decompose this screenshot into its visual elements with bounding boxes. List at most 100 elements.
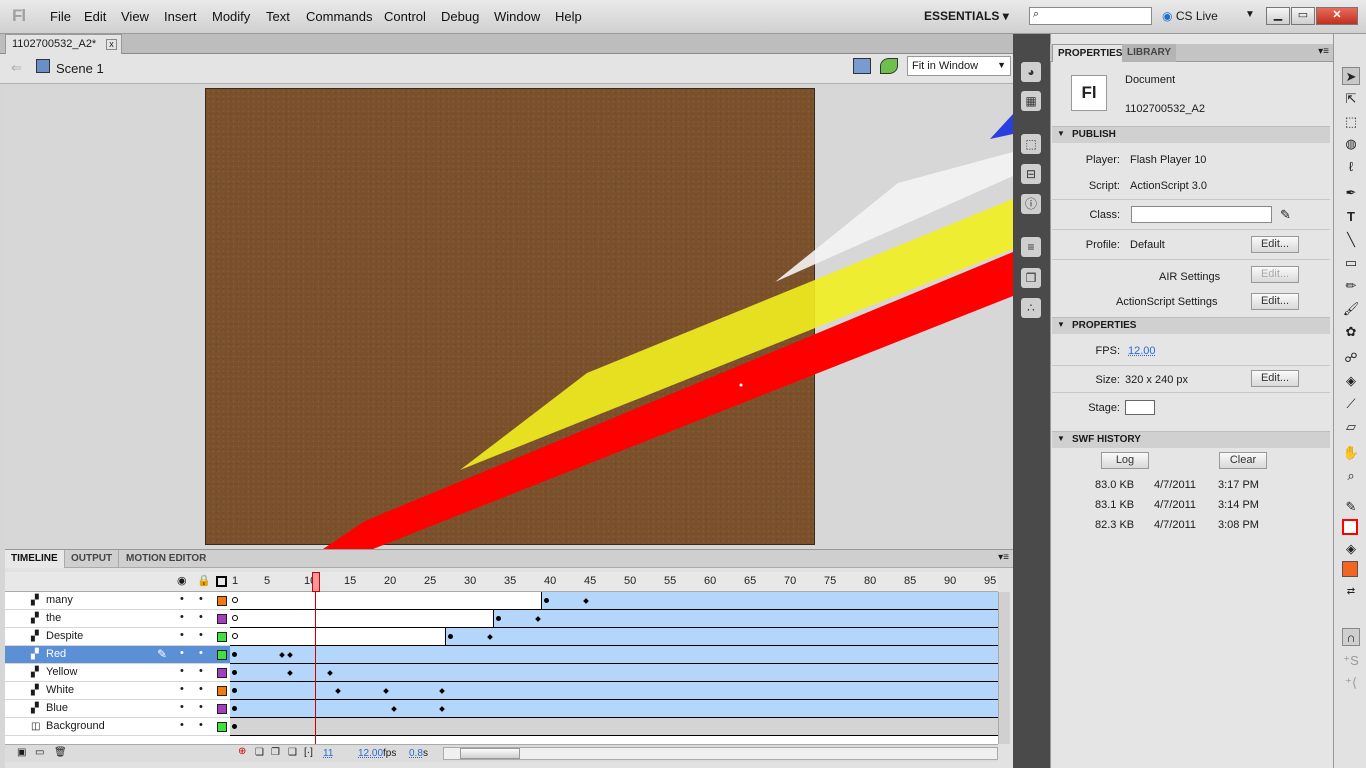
lock-dot[interactable]: •	[199, 701, 203, 713]
restore-button[interactable]: ▭	[1291, 7, 1315, 25]
layer-row[interactable]: ▞ White • •	[5, 682, 230, 700]
publish-section-header[interactable]: PUBLISH	[1052, 126, 1330, 143]
tab-timeline[interactable]: TIMELINE	[5, 550, 65, 568]
visibility-dot[interactable]: •	[180, 611, 184, 623]
zoom-select[interactable]: Fit in Window ▼	[907, 56, 1011, 76]
delete-layer-icon[interactable]: 🗑	[54, 747, 67, 758]
menu-help[interactable]: Help	[555, 9, 582, 24]
layer-row[interactable]: ◫ Background • •	[5, 718, 230, 736]
layer-color-swatch[interactable]	[217, 596, 227, 606]
minimize-button[interactable]: ▁	[1266, 7, 1290, 25]
frame-rate[interactable]: 12.00	[358, 748, 383, 759]
menu-insert[interactable]: Insert	[164, 9, 197, 24]
brush-tool-icon[interactable]: 🖌	[1342, 300, 1360, 318]
edit-symbols-icon[interactable]	[880, 58, 898, 74]
components-icon[interactable]: ❒	[1021, 268, 1041, 288]
empty-keyframe[interactable]	[232, 633, 238, 639]
close-tab-icon[interactable]: x	[106, 39, 117, 50]
static-span[interactable]	[230, 718, 998, 735]
menu-control[interactable]: Control	[384, 9, 426, 24]
hand-tool-icon[interactable]: ✋	[1342, 444, 1360, 462]
lock-dot[interactable]: •	[199, 647, 203, 659]
timeline-vertical-scrollbar[interactable]	[998, 592, 1010, 744]
menu-text[interactable]: Text	[266, 9, 290, 24]
playhead[interactable]	[312, 572, 320, 592]
3d-rotation-tool-icon[interactable]: ◍	[1342, 135, 1360, 153]
onion-outline-icon[interactable]: ❐	[271, 747, 280, 758]
frame-row[interactable]	[230, 718, 998, 736]
straighten-icon[interactable]: ⁺⟨	[1342, 674, 1360, 692]
layer-row[interactable]: ▞ Red ✎ • •	[5, 646, 230, 664]
visibility-dot[interactable]: •	[180, 629, 184, 641]
new-layer-icon[interactable]: ▣	[17, 747, 26, 758]
edit-profile-button[interactable]: Edit...	[1251, 236, 1299, 253]
layer-color-swatch[interactable]	[217, 722, 227, 732]
workspace-switcher[interactable]: ESSENTIALS ▾	[924, 9, 1009, 23]
pasteboard[interactable]	[5, 84, 1013, 549]
transform-icon[interactable]: ⬚	[1021, 134, 1041, 154]
tween-span[interactable]	[230, 664, 998, 681]
menu-file[interactable]: File	[50, 9, 71, 24]
edit-size-button[interactable]: Edit...	[1251, 370, 1299, 387]
tween-span[interactable]	[230, 646, 998, 663]
menu-edit[interactable]: Edit	[84, 9, 106, 24]
smooth-icon[interactable]: ⁺S	[1342, 652, 1360, 670]
edit-multiple-frames-icon[interactable]: ❑	[288, 747, 297, 758]
empty-span[interactable]	[230, 592, 542, 609]
panel-menu-icon[interactable]: ▾≡	[1318, 46, 1329, 57]
document-tab[interactable]: 1102700532_A2* x	[5, 34, 122, 54]
empty-span[interactable]	[230, 628, 446, 645]
tab-output[interactable]: OUTPUT	[65, 550, 120, 568]
menu-debug[interactable]: Debug	[441, 9, 479, 24]
visibility-dot[interactable]: •	[180, 719, 184, 731]
tab-library[interactable]: LIBRARY	[1122, 44, 1177, 62]
frame-row[interactable]	[230, 646, 998, 664]
lock-icon[interactable]: 🔒	[197, 574, 211, 587]
frame-row[interactable]	[230, 610, 998, 628]
free-transform-tool-icon[interactable]: ⬚	[1342, 113, 1360, 131]
edit-as-button[interactable]: Edit...	[1251, 293, 1299, 310]
keyframe[interactable]	[232, 724, 237, 729]
motion-presets-icon[interactable]: ∴	[1021, 298, 1041, 318]
scrollbar-thumb[interactable]	[460, 748, 520, 759]
fill-color-swatch[interactable]	[1342, 561, 1358, 577]
properties-section-header[interactable]: PROPERTIES	[1052, 317, 1330, 334]
paint-bucket-tool-icon[interactable]: ◈	[1342, 372, 1360, 390]
tab-properties[interactable]: PROPERTIES	[1052, 44, 1129, 62]
frame-row[interactable]	[230, 664, 998, 682]
layer-color-swatch[interactable]	[217, 686, 227, 696]
lock-dot[interactable]: •	[199, 683, 203, 695]
snap-to-objects-icon[interactable]: ∩	[1342, 628, 1360, 646]
tween-span[interactable]	[446, 628, 998, 645]
rectangle-tool-icon[interactable]: ▭	[1342, 254, 1360, 272]
keyframe[interactable]	[232, 706, 237, 711]
tween-span[interactable]	[230, 682, 998, 699]
pencil-icon[interactable]: ✎	[1280, 207, 1291, 223]
tab-motion-editor[interactable]: MOTION EDITOR	[120, 550, 212, 568]
frame-row[interactable]	[230, 628, 998, 646]
keyframe[interactable]	[448, 634, 453, 639]
fill-color-icon[interactable]: ◈	[1342, 540, 1360, 558]
visibility-dot[interactable]: •	[180, 593, 184, 605]
frame-ruler[interactable]: 1 5 10 15 20 25 30 35 40 45 50 55 60 65 70 75 80 85 90 95	[230, 572, 998, 592]
stage-color-swatch[interactable]	[1125, 400, 1155, 415]
stroke-color-icon[interactable]: ✎	[1342, 498, 1360, 516]
frame-row[interactable]	[230, 682, 998, 700]
fps-value[interactable]: 12.00	[1128, 345, 1156, 357]
cs-live-button[interactable]: ◉ CS Live	[1162, 9, 1218, 23]
frame-row[interactable]	[230, 700, 998, 718]
layer-row[interactable]: ▞ the • •	[5, 610, 230, 628]
visibility-dot[interactable]: •	[180, 647, 184, 659]
new-folder-icon[interactable]: ▭	[35, 747, 44, 758]
eyedropper-tool-icon[interactable]: ⟋	[1342, 395, 1360, 413]
menu-commands[interactable]: Commands	[306, 9, 372, 24]
empty-keyframe[interactable]	[232, 597, 238, 603]
lock-dot[interactable]: •	[199, 611, 203, 623]
lock-dot[interactable]: •	[199, 593, 203, 605]
outline-icon[interactable]	[216, 576, 227, 587]
clear-button[interactable]: Clear	[1219, 452, 1267, 469]
empty-span[interactable]	[230, 610, 494, 627]
timeline-menu-icon[interactable]: ▾≡	[998, 552, 1009, 563]
keyframe[interactable]	[232, 652, 237, 657]
layer-row[interactable]: ▞ many • •	[5, 592, 230, 610]
